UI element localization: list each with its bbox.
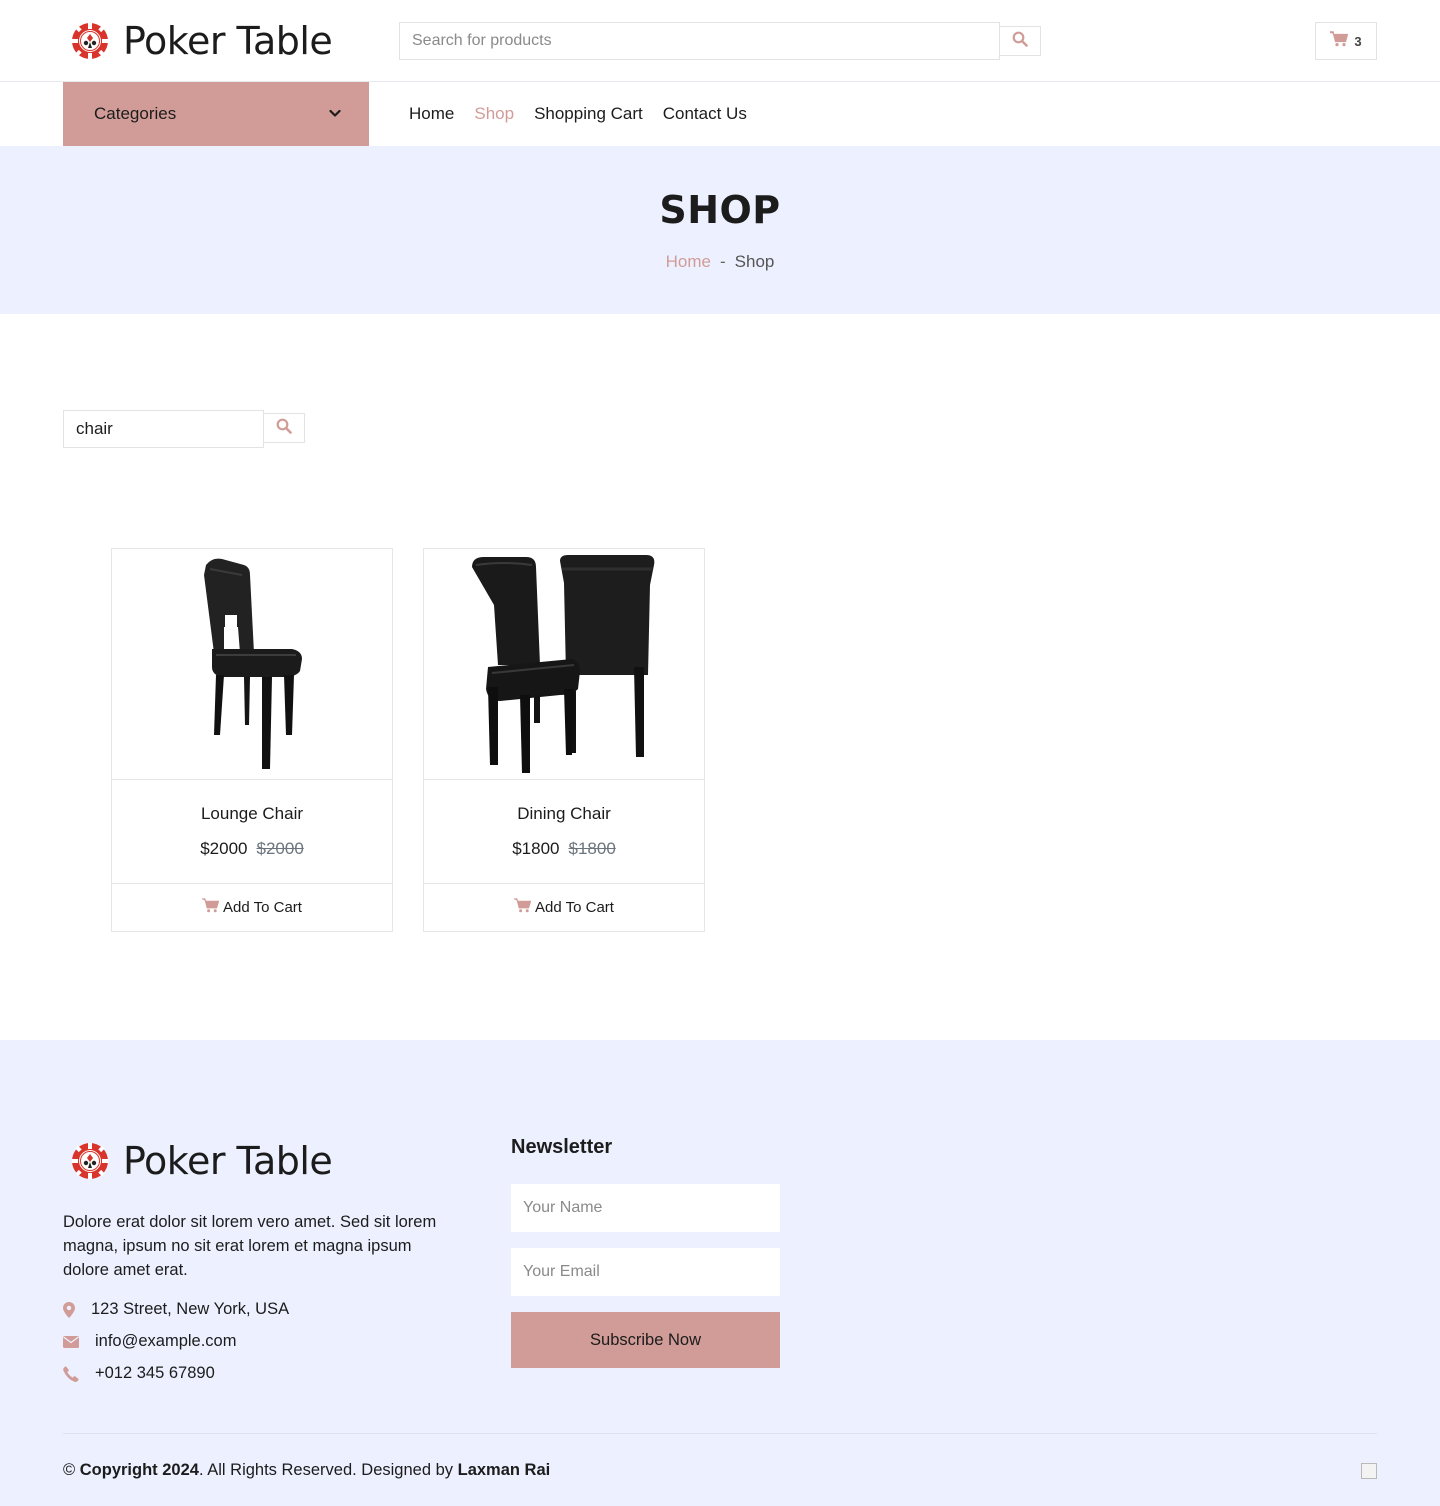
copyright: © Copyright 2024. All Rights Reserved. D…: [63, 1461, 550, 1480]
broken-image-icon: [1361, 1463, 1377, 1479]
add-to-cart-button[interactable]: Add To Cart: [424, 884, 704, 931]
poker-chip-icon: [63, 18, 117, 64]
categories-label: Categories: [94, 104, 177, 123]
product-old-price: $1800: [568, 839, 616, 858]
breadcrumb: Home - Shop: [0, 252, 1440, 272]
navigation-bar: Categories Home Shop Shopping Cart Conta…: [0, 82, 1440, 146]
contact-email: info@example.com: [63, 1332, 236, 1351]
page-title: SHOP: [659, 188, 781, 232]
product-price: $2000: [200, 839, 248, 858]
product-prices: $2000 $2000: [112, 839, 392, 859]
product-search-input[interactable]: Search for products: [399, 22, 1000, 60]
product-name[interactable]: Lounge Chair: [112, 780, 392, 824]
product-image[interactable]: [424, 549, 704, 780]
add-to-cart-button[interactable]: Add To Cart: [112, 884, 392, 931]
add-to-cart-label: Add To Cart: [535, 899, 614, 916]
search-icon: [1012, 31, 1028, 52]
add-to-cart-label: Add To Cart: [223, 899, 302, 916]
footer-divider: [63, 1433, 1377, 1434]
footer-brand-logo[interactable]: Poker Table: [63, 1138, 333, 1184]
contact-phone: +012 345 67890: [63, 1364, 215, 1383]
product-name[interactable]: Dining Chair: [424, 780, 704, 824]
nav-link-shop[interactable]: Shop: [474, 104, 514, 124]
shopping-cart-icon: [1329, 30, 1349, 52]
footer-brand-name: Poker Table: [123, 1139, 333, 1183]
chevron-down-icon: [329, 105, 341, 123]
dining-chair-image: [472, 555, 655, 773]
product-price: $1800: [512, 839, 560, 858]
designer-link[interactable]: Laxman Rai: [458, 1461, 551, 1479]
product-card: Dining Chair $1800 $1800 Add To Cart: [423, 548, 705, 932]
shop-search-input[interactable]: chair: [63, 410, 264, 448]
breadcrumb-separator: -: [719, 252, 726, 271]
nav-link-home[interactable]: Home: [409, 104, 454, 124]
product-old-price: $2000: [256, 839, 304, 858]
topbar: Poker Table Search for products 3: [0, 0, 1440, 82]
nav-link-shopping-cart[interactable]: Shopping Cart: [534, 104, 643, 124]
brand-name: Poker Table: [123, 19, 333, 63]
page-header: SHOP Home - Shop: [0, 146, 1440, 314]
shop-search-value: chair: [76, 419, 113, 438]
envelope-icon: [63, 1335, 95, 1348]
newsletter-name-input[interactable]: Your Name: [511, 1184, 780, 1232]
footer: Poker Table Dolore erat dolor sit lorem …: [0, 1040, 1440, 1506]
product-prices: $1800 $1800: [424, 839, 704, 859]
product-info: Lounge Chair $2000 $2000: [112, 780, 392, 884]
main-nav: Home Shop Shopping Cart Contact Us: [409, 82, 747, 146]
poker-chip-icon: [63, 1138, 117, 1184]
search-icon: [276, 418, 292, 439]
copyright-symbol: ©: [63, 1461, 76, 1479]
cart-button[interactable]: 3: [1315, 22, 1377, 60]
product-image[interactable]: [112, 549, 392, 780]
phone-text[interactable]: +012 345 67890: [95, 1364, 215, 1383]
shop-search-button[interactable]: [263, 413, 305, 443]
newsletter-email-input[interactable]: Your Email: [511, 1248, 780, 1296]
subscribe-button[interactable]: Subscribe Now: [511, 1312, 780, 1368]
map-marker-icon: [63, 1301, 91, 1318]
newsletter-email-placeholder: Your Email: [523, 1263, 600, 1280]
nav-link-contact-us[interactable]: Contact Us: [663, 104, 747, 124]
breadcrumb-home-link[interactable]: Home: [666, 252, 711, 272]
contact-address: 123 Street, New York, USA: [63, 1300, 289, 1319]
footer-description: Dolore erat dolor sit lorem vero amet. S…: [63, 1213, 437, 1279]
newsletter-name-placeholder: Your Name: [523, 1199, 603, 1216]
shopping-cart-icon: [202, 898, 220, 917]
phone-icon: [63, 1365, 95, 1382]
copyright-bold: Copyright 2024: [79, 1461, 199, 1479]
newsletter-title: Newsletter: [511, 1136, 613, 1158]
cart-count-badge: 3: [1354, 33, 1362, 49]
brand-logo[interactable]: Poker Table: [63, 18, 333, 64]
subscribe-button-label: Subscribe Now: [590, 1330, 701, 1349]
copyright-text: . All Rights Reserved. Designed by: [198, 1461, 454, 1479]
product-info: Dining Chair $1800 $1800: [424, 780, 704, 884]
product-card: Lounge Chair $2000 $2000 Add To Cart: [111, 548, 393, 932]
product-search-button[interactable]: [999, 26, 1041, 56]
lounge-chair-image: [204, 558, 302, 769]
address-text: 123 Street, New York, USA: [91, 1300, 290, 1318]
breadcrumb-current: Shop: [734, 252, 775, 271]
shopping-cart-icon: [514, 898, 532, 917]
email-text[interactable]: info@example.com: [95, 1332, 236, 1351]
product-search-placeholder: Search for products: [412, 32, 552, 49]
categories-dropdown[interactable]: Categories: [63, 82, 369, 146]
